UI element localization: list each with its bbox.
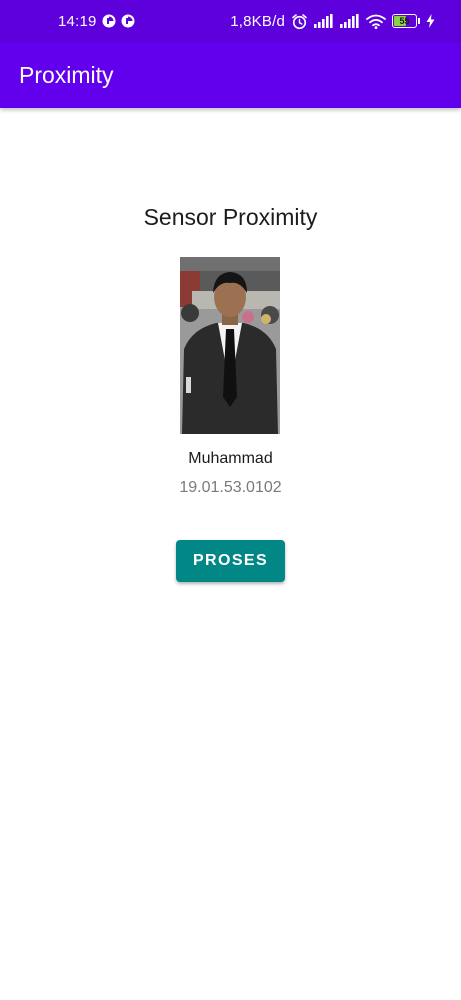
battery-level: 55 [399, 16, 410, 26]
wifi-icon [366, 14, 386, 29]
alarm-icon [292, 13, 307, 29]
status-right: 1,8KB/d 55 [230, 0, 435, 42]
page-heading: Sensor Proximity [143, 204, 318, 230]
network-speed: 1,8KB/d [230, 12, 285, 30]
status-bar: 14:19 1,8KB/d 55 [0, 0, 461, 42]
profile-photo-image [180, 257, 280, 434]
charging-icon [426, 14, 435, 28]
battery-icon: 55 [392, 14, 420, 28]
app-title: Proximity [19, 61, 114, 88]
student-id: 19.01.53.0102 [179, 479, 282, 496]
signal-icon [340, 14, 359, 28]
notification-app-icon [121, 14, 135, 28]
signal-icon [314, 14, 333, 28]
notification-app-icon [102, 14, 116, 28]
student-name: Muhammad [188, 450, 273, 467]
profile-photo [180, 257, 280, 434]
proses-button[interactable]: PROSES [176, 540, 285, 582]
app-bar: Proximity [0, 42, 461, 108]
status-time: 14:19 [58, 12, 97, 30]
status-left: 14:19 [58, 0, 135, 42]
